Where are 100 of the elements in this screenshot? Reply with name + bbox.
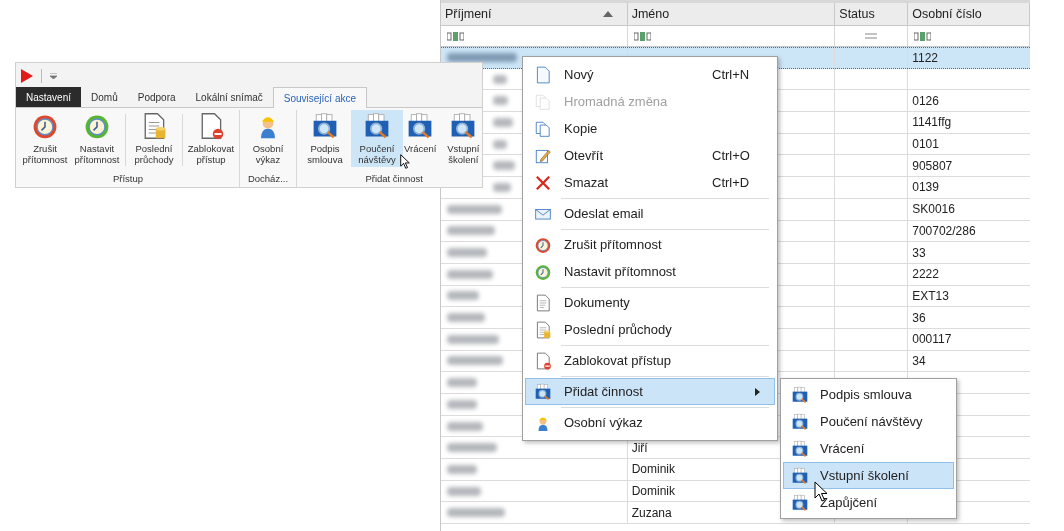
blurred-text[interactable]	[447, 248, 487, 258]
folder-magnifier-icon	[791, 412, 809, 431]
text-filter-icon[interactable]	[447, 31, 464, 41]
table-cell-text: 2222	[912, 266, 939, 284]
table-cell-text: EXT13	[912, 287, 949, 305]
document-blocked-icon	[534, 351, 552, 370]
quick-access-dropdown-icon[interactable]	[50, 72, 57, 79]
blurred-text[interactable]	[447, 53, 517, 63]
blurred-text[interactable]	[493, 74, 507, 84]
blurred-text[interactable]	[447, 464, 477, 474]
folder-magnifier-icon	[534, 382, 552, 401]
menu-item[interactable]: Zapůjčení	[783, 489, 954, 516]
menu-item[interactable]: Kopie	[525, 115, 775, 142]
copy-icon	[534, 119, 552, 138]
blurred-text[interactable]	[447, 421, 483, 431]
table-cell-text: 1122	[912, 49, 938, 67]
group-label: Přístup	[112, 172, 144, 186]
menu-item[interactable]: Dokumenty	[525, 289, 775, 316]
blurred-text[interactable]	[447, 204, 502, 214]
text-filter-icon[interactable]	[914, 31, 932, 41]
folder-magnifier-icon	[311, 112, 339, 140]
blurred-text[interactable]	[493, 96, 508, 106]
group-label: Docház...	[247, 172, 289, 186]
menu-item[interactable]: Nastavit přítomnost	[525, 258, 775, 285]
ribbon-tab[interactable]: Lokální snímač	[185, 87, 273, 107]
equals-filter-icon[interactable]	[865, 33, 878, 39]
ribbon-tab[interactable]: Související akce	[272, 87, 368, 108]
blurred-text[interactable]	[447, 486, 481, 496]
clock-icon	[534, 262, 552, 281]
menu-item[interactable]: Vstupní školení	[783, 462, 954, 489]
table-cell-text: 0126	[912, 92, 939, 110]
ribbon-button[interactable]: Vstupní školení	[437, 110, 482, 167]
new-document-icon	[534, 65, 552, 84]
table-cell-text: Dominik	[631, 483, 676, 501]
table-cell-text: SK0016	[912, 201, 955, 219]
blurred-text[interactable]	[447, 334, 499, 344]
document-database-icon	[534, 320, 552, 339]
blurred-text[interactable]	[493, 182, 511, 192]
group-label: Přidat činnost	[365, 172, 423, 186]
delete-icon	[534, 173, 552, 192]
table-cell-text: 36	[912, 309, 926, 327]
blurred-text[interactable]	[447, 226, 495, 236]
blurred-text[interactable]	[447, 399, 477, 409]
blurred-text[interactable]	[447, 443, 497, 453]
blurred-text[interactable]	[493, 139, 507, 149]
document-icon	[534, 293, 552, 312]
column-header[interactable]: Jméno	[627, 3, 836, 25]
ribbon-button[interactable]: Osobní výkaz	[242, 110, 294, 167]
folder-magnifier-icon	[791, 385, 809, 404]
blurred-text[interactable]	[447, 313, 485, 323]
ribbon-tab[interactable]: Nastavení	[16, 87, 82, 107]
table-cell-text: Zuzana	[631, 504, 672, 522]
menu-item[interactable]: Zablokovat přístup	[525, 347, 775, 374]
menu-item[interactable]: Přidat činnost	[525, 378, 775, 405]
menu-item[interactable]: Podpis smlouva	[783, 381, 954, 408]
menu-item[interactable]: Otevřít Ctrl+O	[525, 142, 775, 169]
ribbon-button[interactable]: Poslední průchody	[128, 110, 180, 167]
menu-item[interactable]: Vrácení	[783, 435, 954, 462]
blurred-text[interactable]	[447, 508, 505, 518]
table-cell-text: 0101	[912, 136, 939, 154]
blurred-text[interactable]	[493, 117, 513, 127]
ribbon-button[interactable]: Zablokovat přístup	[185, 110, 237, 167]
blurred-text[interactable]	[447, 356, 503, 366]
table-cell-text: 33	[912, 244, 926, 262]
column-header[interactable]: Status	[835, 3, 909, 25]
table-cell-text: 0139	[912, 179, 939, 197]
table-cell-text: 34	[912, 352, 926, 370]
table-cell-text: Dominik	[631, 461, 676, 479]
menu-item[interactable]: Osobní výkaz	[525, 409, 775, 436]
table-cell-text: 905807	[912, 157, 953, 175]
play-icon[interactable]	[21, 68, 33, 83]
menu-item[interactable]: Smazat Ctrl+D	[525, 169, 775, 196]
text-filter-icon[interactable]	[633, 31, 651, 41]
blurred-text[interactable]	[447, 291, 479, 301]
submenu-arrow-icon	[755, 387, 760, 396]
cursor-icon	[400, 154, 410, 169]
folder-magnifier-icon	[363, 112, 391, 140]
menu-item[interactable]: Nový Ctrl+N	[525, 61, 775, 88]
blurred-text[interactable]	[493, 161, 515, 171]
table-cell-text: 700702/286	[912, 222, 976, 240]
ribbon-tab[interactable]: Domů	[81, 87, 128, 107]
ribbon-button[interactable]: Vrácení	[403, 110, 438, 167]
folder-magnifier-icon	[791, 493, 809, 512]
sort-ascending-icon	[602, 11, 613, 17]
blurred-text[interactable]	[447, 269, 493, 279]
folder-magnifier-icon	[791, 439, 809, 458]
ribbon-tab[interactable]: Podpora	[127, 87, 186, 107]
table-cell-text: 000117	[912, 331, 952, 349]
table-cell-text: 1141ffg	[912, 114, 952, 132]
menu-item[interactable]: Odeslat email	[525, 200, 775, 227]
ribbon-button[interactable]: Zrušit přítomnost	[19, 110, 71, 167]
column-header[interactable]: Osobní číslo	[908, 3, 1030, 25]
menu-item[interactable]: Poslední průchody	[525, 316, 775, 343]
ribbon-button[interactable]: Nastavit přítomnost	[71, 110, 123, 167]
menu-item[interactable]: Poučení návštěvy	[783, 408, 954, 435]
blurred-text[interactable]	[447, 378, 477, 388]
ribbon-button[interactable]: Podpis smlouva	[299, 110, 351, 167]
table-cell-text: Jiří	[631, 439, 648, 457]
column-header[interactable]: Příjmení	[441, 3, 628, 25]
menu-item[interactable]: Zrušit přítomnost	[525, 231, 775, 258]
